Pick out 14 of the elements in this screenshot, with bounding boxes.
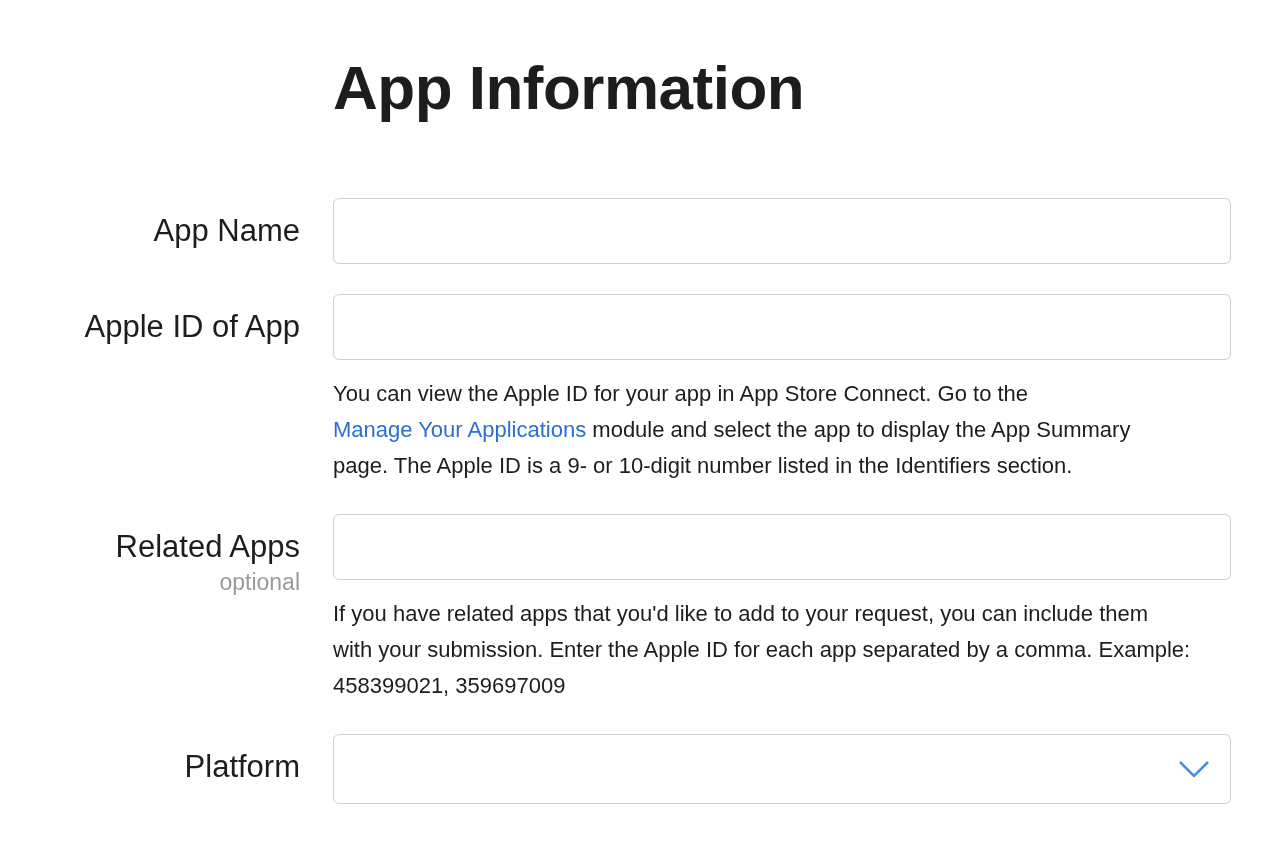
optional-note: optional bbox=[219, 569, 300, 595]
platform-dropdown[interactable] bbox=[333, 734, 1231, 804]
field-label: App Name bbox=[153, 213, 300, 249]
input-field[interactable] bbox=[333, 294, 1231, 360]
chevron-down-icon bbox=[1178, 759, 1210, 779]
field-label: Platform bbox=[184, 749, 300, 785]
manage-applications-link[interactable]: Manage Your Applications bbox=[333, 417, 587, 442]
page-title: App Information bbox=[333, 52, 806, 124]
input-field[interactable] bbox=[333, 514, 1231, 580]
input-field[interactable] bbox=[333, 198, 1231, 264]
field-label: Related Apps bbox=[115, 529, 300, 565]
field-label: Apple ID of App bbox=[84, 309, 300, 345]
help-text: If you have related apps that you'd like to add to your request, you can include them with your submission. Enter the Apple ID for each app separated by a comma. Example: 458399021, 359697009 bbox=[333, 600, 1192, 700]
help-text: You can view the Apple ID for your app in App Store Connect. Go to the Manage Your Applications module and select the app to display the App Summary page. The Apple ID is a 9- or 10-digit number listed in the Identifiers section. bbox=[333, 380, 1132, 480]
